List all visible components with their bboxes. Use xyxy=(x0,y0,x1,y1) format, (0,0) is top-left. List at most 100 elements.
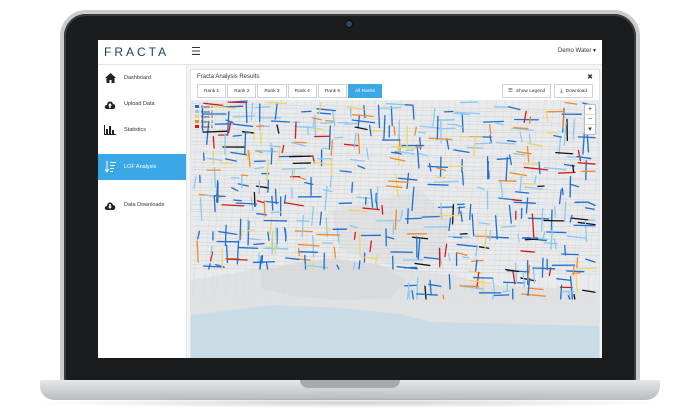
pipe-network-map[interactable]: Rank 1 Rank 2 Rank 3 Rank 4 Rank 5 + − ▾ xyxy=(191,100,599,358)
pipe-segment xyxy=(540,207,544,232)
pipe-segment xyxy=(250,102,254,121)
pipe-segment xyxy=(459,101,479,104)
pipe-segment xyxy=(489,229,492,242)
pipe-segment xyxy=(353,231,356,240)
tab-rank-3[interactable]: Rank 3 xyxy=(257,84,287,98)
sidebar-item-label: LOF Analysis xyxy=(124,164,157,170)
pipe-segment xyxy=(440,203,443,220)
panel-title: Fracta Analysis Results xyxy=(197,74,260,80)
sidebar-item-data-downloads[interactable]: Data Downloads xyxy=(98,192,186,218)
legend-item-rank-5: Rank 5 xyxy=(195,124,213,129)
user-menu[interactable]: Demo Water ▾ xyxy=(558,47,596,54)
zoom-in-button[interactable]: + xyxy=(585,105,595,115)
pipe-segment xyxy=(328,125,331,151)
pipe-segment xyxy=(478,246,490,249)
webcam xyxy=(346,21,352,27)
tab-rank-2[interactable]: Rank 2 xyxy=(227,84,257,98)
home-icon xyxy=(104,72,116,84)
pipe-segment xyxy=(501,290,511,293)
pipe-segment xyxy=(392,222,395,236)
pipe-segment xyxy=(437,118,455,121)
sidebar-item-lof-analysis[interactable]: LOF Analysis xyxy=(98,154,186,180)
show-legend-label: Show Legend xyxy=(515,88,546,94)
pipe-segment xyxy=(455,124,463,128)
pipe-segment xyxy=(514,191,530,194)
pipe-segment xyxy=(236,240,240,265)
tab-all-ranks[interactable]: All Ranks xyxy=(348,84,383,98)
pipe-segment xyxy=(210,245,213,256)
pipe-segment xyxy=(524,186,544,190)
pipe-segment xyxy=(239,218,242,241)
legend-label: Rank 3 xyxy=(201,114,214,119)
pipe-segment xyxy=(555,151,574,155)
pipe-segment xyxy=(252,261,276,264)
tab-rank-5[interactable]: Rank 5 xyxy=(317,84,348,98)
compass-button[interactable]: ▾ xyxy=(585,125,595,134)
pipe-segment xyxy=(275,228,278,249)
pipe-segment xyxy=(577,149,582,162)
tab-rank-4[interactable]: Rank 4 xyxy=(287,84,317,98)
tab-rank-1[interactable]: Rank 1 xyxy=(197,84,227,98)
pipe-segment xyxy=(231,187,239,192)
pipe-segment xyxy=(390,106,393,127)
pipe-segment xyxy=(225,244,229,264)
pipe-segment xyxy=(416,276,419,300)
pipe-segment xyxy=(281,144,285,154)
laptop-notch xyxy=(300,380,400,388)
pipe-segment xyxy=(357,133,361,154)
pipe-segment xyxy=(566,270,585,273)
pipe-segment xyxy=(358,260,361,270)
pipe-segment xyxy=(395,174,399,197)
pipe-segment xyxy=(355,196,371,199)
road-line xyxy=(546,100,561,301)
pipe-segment xyxy=(512,269,516,285)
pipe-segment xyxy=(212,151,215,165)
laptop-shadow xyxy=(30,398,670,408)
pipe-segment xyxy=(379,106,402,110)
pipe-segment xyxy=(325,217,328,237)
pipe-segment xyxy=(274,188,277,205)
pipe-segment xyxy=(213,196,216,213)
pipe-segment xyxy=(297,251,319,253)
sidebar-item-statistics[interactable]: Statistics xyxy=(98,117,186,143)
pipe-segment xyxy=(572,265,575,276)
pipe-segment xyxy=(493,294,510,297)
legend-label: Rank 1 xyxy=(201,104,214,109)
pipe-segment xyxy=(478,222,490,225)
pipe-segment xyxy=(412,104,415,120)
sidebar-item-dashboard[interactable]: Dashboard xyxy=(98,65,186,91)
fracta-logo[interactable]: FRACTA xyxy=(104,45,169,59)
pipe-segment xyxy=(391,145,416,149)
pipe-segment xyxy=(232,134,242,137)
pipe-segment xyxy=(528,116,532,125)
pipe-segment xyxy=(564,101,578,105)
list-icon: ☰ xyxy=(507,88,513,94)
pipe-segment xyxy=(371,129,386,132)
pipe-segment xyxy=(389,157,406,162)
close-icon[interactable]: ✖ xyxy=(587,73,593,81)
pipe-segment xyxy=(447,235,470,238)
pipe-segment xyxy=(237,183,250,187)
pipe-segment xyxy=(526,145,530,163)
pipe-segment xyxy=(509,172,528,177)
map-canvas[interactable] xyxy=(191,100,599,358)
pipe-segment xyxy=(325,119,335,122)
show-legend-button[interactable]: ☰ Show Legend xyxy=(501,84,552,98)
pipe-segment xyxy=(270,145,281,148)
pipe-segment xyxy=(258,253,261,270)
pipe-segment xyxy=(376,186,379,206)
pipe-segment xyxy=(202,152,205,161)
pipe-segment xyxy=(558,189,562,205)
pipe-segment xyxy=(330,139,333,156)
pipe-segment xyxy=(577,221,596,226)
zoom-out-button[interactable]: − xyxy=(585,115,595,125)
download-button[interactable]: ⤓ Download xyxy=(554,84,593,98)
pipe-segment xyxy=(344,122,358,125)
pipe-segment xyxy=(572,119,575,140)
shore-land xyxy=(261,258,406,300)
sidebar-item-label: Dashboard xyxy=(124,75,151,81)
hamburger-menu-icon[interactable]: ☰ xyxy=(191,45,201,58)
sidebar-item-upload-data[interactable]: Upload Data xyxy=(98,91,186,117)
pipe-segment xyxy=(558,135,562,155)
road-line xyxy=(564,100,577,301)
